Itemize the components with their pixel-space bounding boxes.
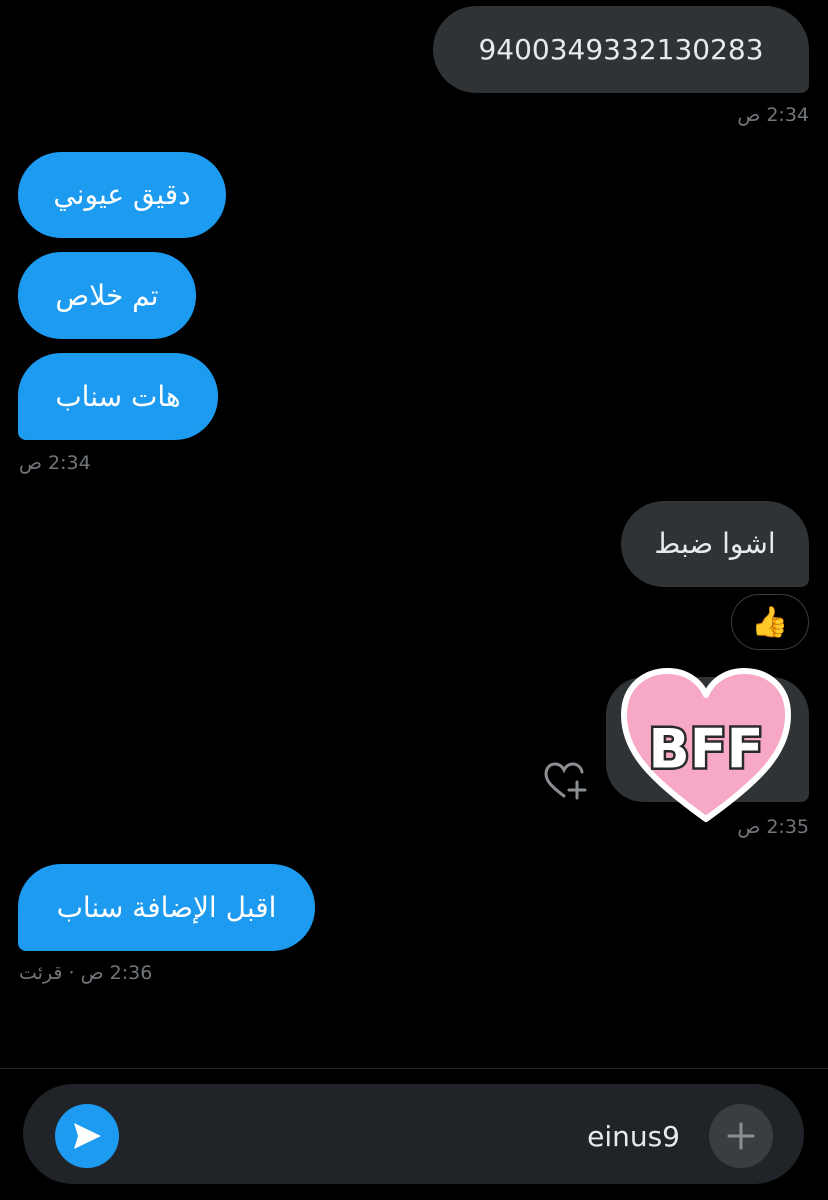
read-receipt-timestamp: 2:36 ص · قرئت	[19, 962, 153, 984]
plus-icon	[727, 1122, 755, 1150]
message-text: اشوا ضبط	[654, 527, 776, 561]
message-bubble-outgoing[interactable]: 9400349332130283	[433, 6, 809, 93]
reaction-badge[interactable]: 👍	[731, 594, 809, 650]
message-timestamp: 2:34 ص	[737, 104, 809, 126]
divider	[0, 1068, 828, 1069]
message-bubble-incoming[interactable]: اقبل الإضافة سناب	[18, 864, 315, 951]
sticker-text: BFF	[649, 718, 764, 781]
message-bubble-incoming[interactable]: تم خلاص	[18, 252, 196, 339]
message-timestamp: 2:34 ص	[19, 452, 91, 474]
message-bubble-incoming[interactable]: دقيق عيوني	[18, 152, 226, 238]
thumbs-up-emoji: 👍	[751, 604, 789, 640]
bff-heart-sticker: BFF	[621, 668, 791, 822]
message-timestamp: 2:35 ص	[737, 816, 809, 838]
message-text: اقبل الإضافة سناب	[56, 890, 277, 924]
message-text: تم خلاص	[55, 278, 159, 312]
send-button[interactable]	[55, 1104, 119, 1168]
message-input[interactable]	[140, 1112, 680, 1160]
heart-add-icon[interactable]	[544, 762, 588, 802]
message-text: دقيق عيوني	[53, 178, 191, 212]
add-attachment-button[interactable]	[709, 1104, 773, 1168]
message-bubble-outgoing[interactable]: اشوا ضبط	[621, 501, 809, 587]
send-icon	[74, 1123, 101, 1149]
message-bubble-incoming[interactable]: هات سناب	[18, 353, 218, 440]
message-text: هات سناب	[55, 379, 181, 413]
message-text: 9400349332130283	[478, 32, 764, 66]
